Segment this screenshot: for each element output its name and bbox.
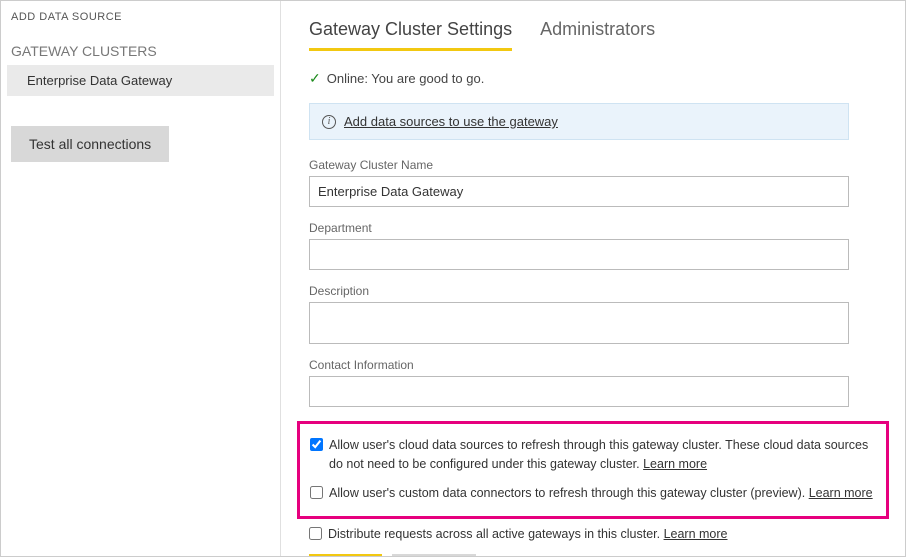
field-description: Description: [309, 284, 877, 344]
tabs: Gateway Cluster Settings Administrators: [309, 19, 877, 52]
contact-input[interactable]: [309, 376, 849, 407]
discard-button[interactable]: Discard: [392, 554, 476, 556]
highlighted-options: Allow user's cloud data sources to refre…: [297, 421, 889, 519]
add-data-source-header[interactable]: ADD DATA SOURCE: [7, 11, 274, 37]
gateway-name-input[interactable]: [309, 176, 849, 207]
checkbox-custom-connectors[interactable]: Allow user's custom data connectors to r…: [310, 484, 876, 503]
learn-more-cloud-link[interactable]: Learn more: [643, 457, 707, 471]
gateway-name-label: Gateway Cluster Name: [309, 158, 877, 172]
info-icon: i: [322, 115, 336, 129]
main-panel: Gateway Cluster Settings Administrators …: [281, 1, 905, 556]
learn-more-distribute-link[interactable]: Learn more: [664, 527, 728, 541]
sidebar: ADD DATA SOURCE GATEWAY CLUSTERS Enterpr…: [1, 1, 281, 556]
tab-gateway-cluster-settings[interactable]: Gateway Cluster Settings: [309, 19, 512, 51]
cluster-item-enterprise[interactable]: Enterprise Data Gateway: [7, 65, 274, 96]
field-department: Department: [309, 221, 877, 270]
checkbox-cloud-data-sources[interactable]: Allow user's cloud data sources to refre…: [310, 436, 876, 474]
check-icon: ✓: [309, 70, 321, 87]
test-all-connections-button[interactable]: Test all connections: [11, 126, 169, 162]
info-banner: i Add data sources to use the gateway: [309, 103, 849, 140]
tab-administrators[interactable]: Administrators: [540, 19, 655, 51]
gateway-clusters-title: GATEWAY CLUSTERS: [7, 37, 274, 65]
checkbox-distribute-input[interactable]: [309, 527, 322, 540]
status-row: ✓ Online: You are good to go.: [309, 70, 877, 87]
checkbox-cloud-input[interactable]: [310, 438, 323, 451]
contact-label: Contact Information: [309, 358, 877, 372]
apply-button[interactable]: Apply: [309, 554, 382, 556]
status-text: Online: You are good to go.: [327, 71, 485, 86]
action-buttons: Apply Discard: [309, 554, 877, 556]
field-gateway-name: Gateway Cluster Name: [309, 158, 877, 207]
description-input[interactable]: [309, 302, 849, 344]
add-data-sources-link[interactable]: Add data sources to use the gateway: [344, 114, 558, 129]
checkbox-distribute-requests[interactable]: Distribute requests across all active ga…: [309, 525, 877, 544]
department-label: Department: [309, 221, 877, 235]
checkbox-cloud-label: Allow user's cloud data sources to refre…: [329, 436, 876, 474]
checkbox-custom-input[interactable]: [310, 486, 323, 499]
field-contact: Contact Information: [309, 358, 877, 407]
description-label: Description: [309, 284, 877, 298]
learn-more-custom-link[interactable]: Learn more: [809, 486, 873, 500]
department-input[interactable]: [309, 239, 849, 270]
checkbox-custom-label: Allow user's custom data connectors to r…: [329, 484, 873, 503]
checkbox-distribute-label: Distribute requests across all active ga…: [328, 525, 728, 544]
